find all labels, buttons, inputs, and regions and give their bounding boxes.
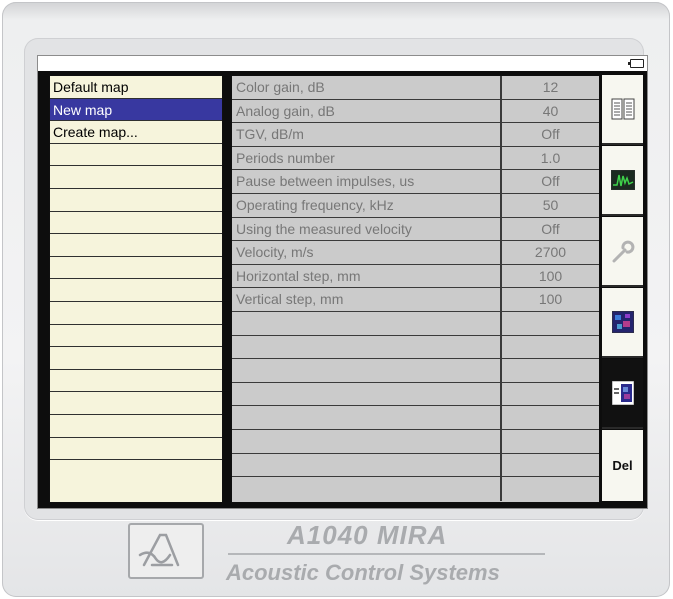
map-list-item[interactable]	[50, 392, 222, 415]
parameter-value[interactable]	[502, 406, 599, 429]
parameter-label: Analog gain, dB	[232, 99, 502, 123]
parameter-label	[232, 453, 502, 477]
document-list-icon	[611, 98, 634, 120]
parameter-label	[232, 429, 502, 453]
parameter-value[interactable]	[502, 312, 599, 335]
parameter-label: TGV, dB/m	[232, 123, 502, 146]
parameter-value[interactable]	[502, 477, 599, 501]
tomogram-button[interactable]	[602, 288, 643, 358]
parameters-table: Color gain, dB 12 Analog gain, dB 40 TGV, dB…	[231, 75, 600, 503]
parameter-row[interactable]: Horizontal step, mm 100	[232, 264, 599, 289]
parameter-row[interactable]: Color gain, dB 12	[232, 76, 599, 100]
parameter-label	[232, 359, 502, 382]
map-list-item[interactable]	[50, 460, 222, 483]
parameter-row[interactable]	[232, 477, 599, 501]
device-model: A1040 MIRA	[287, 520, 448, 550]
parameter-row[interactable]	[232, 311, 599, 336]
map-list-item[interactable]	[50, 415, 222, 438]
wrench-icon	[612, 240, 634, 263]
parameter-label	[232, 477, 502, 501]
parameter-label: Pause between impulses, us	[232, 170, 502, 193]
parameter-label	[232, 406, 502, 429]
parameter-label: Vertical step, mm	[232, 288, 502, 311]
parameter-row[interactable]: Vertical step, mm 100	[232, 288, 599, 312]
map-list-item[interactable]	[50, 166, 222, 189]
map-list-item[interactable]	[50, 212, 222, 235]
side-toolbar: Del	[602, 75, 643, 501]
parameter-value[interactable]	[502, 383, 599, 406]
parameter-value[interactable]: Off	[502, 170, 599, 193]
parameter-value[interactable]	[502, 359, 599, 382]
map-list-item[interactable]	[50, 279, 222, 302]
parameter-value[interactable]: 50	[502, 194, 599, 217]
map-list-item[interactable]	[50, 257, 222, 280]
delete-button-label: Del	[612, 458, 633, 473]
map-list-item[interactable]	[50, 144, 222, 167]
settings-button[interactable]	[602, 217, 643, 287]
map-parameters-icon	[611, 381, 634, 405]
parameter-label	[232, 311, 502, 335]
parameter-row[interactable]	[232, 429, 599, 454]
status-bar	[38, 56, 647, 71]
parameter-label: Operating frequency, kHz	[232, 193, 502, 217]
parameter-label	[232, 382, 502, 406]
parameter-label: Using the measured velocity	[232, 217, 502, 241]
parameter-row[interactable]: Periods number 1.0	[232, 146, 599, 171]
oscilloscope-button[interactable]	[602, 146, 643, 216]
parameter-value[interactable]: Off	[502, 218, 599, 241]
parameter-value[interactable]	[502, 430, 599, 453]
parameter-label: Horizontal step, mm	[232, 264, 502, 288]
parameter-value[interactable]	[502, 336, 599, 359]
display-screen: Default map New map Create map... Color ga…	[37, 55, 648, 509]
parameter-label: Velocity, m/s	[232, 241, 502, 264]
parameter-row[interactable]: Using the measured velocity Off	[232, 217, 599, 242]
parameter-value[interactable]: 12	[502, 76, 599, 99]
parameter-row[interactable]: TGV, dB/m Off	[232, 123, 599, 147]
parameter-row[interactable]: Velocity, m/s 2700	[232, 241, 599, 265]
company-name: Acoustic Control Systems	[226, 560, 500, 585]
acs-logo	[128, 523, 204, 579]
map-list-item[interactable]	[50, 234, 222, 257]
parameter-row[interactable]	[232, 406, 599, 430]
parameter-row[interactable]	[232, 453, 599, 478]
map-list-item[interactable]: Default map	[50, 76, 222, 99]
document-list-button[interactable]	[602, 75, 643, 145]
parameter-value[interactable]: 100	[502, 265, 599, 288]
parameter-row[interactable]	[232, 335, 599, 360]
map-list-item[interactable]: New map	[50, 98, 222, 122]
map-list-item[interactable]	[50, 438, 222, 461]
parameter-label: Periods number	[232, 146, 502, 170]
map-parameters-button[interactable]	[602, 359, 643, 429]
map-list: Default map New map Create map...	[49, 75, 223, 503]
parameter-label	[232, 335, 502, 359]
map-list-item[interactable]	[50, 325, 222, 348]
parameter-value[interactable]: 40	[502, 100, 599, 123]
parameter-value[interactable]: 2700	[502, 241, 599, 264]
delete-button[interactable]: Del	[602, 430, 643, 501]
parameter-row[interactable]: Operating frequency, kHz 50	[232, 193, 599, 218]
parameter-value[interactable]	[502, 454, 599, 477]
map-list-item[interactable]	[50, 370, 222, 393]
oscilloscope-icon	[610, 170, 635, 190]
acs-logo-mark	[138, 533, 180, 567]
parameter-value[interactable]: 1.0	[502, 147, 599, 170]
parameter-row[interactable]	[232, 382, 599, 407]
parameter-value[interactable]: 100	[502, 288, 599, 311]
map-list-item[interactable]	[50, 189, 222, 212]
parameter-row[interactable]	[232, 359, 599, 383]
map-list-item[interactable]: Create map...	[50, 121, 222, 144]
parameter-value[interactable]: Off	[502, 123, 599, 146]
parameter-row[interactable]: Analog gain, dB 40	[232, 99, 599, 124]
tomogram-map-icon	[611, 311, 634, 333]
parameter-row[interactable]: Pause between impulses, us Off	[232, 170, 599, 194]
map-list-item[interactable]	[50, 302, 222, 325]
parameter-label: Color gain, dB	[232, 76, 502, 99]
brand-divider	[228, 553, 545, 555]
battery-icon	[628, 59, 644, 68]
map-list-item[interactable]	[50, 347, 222, 370]
